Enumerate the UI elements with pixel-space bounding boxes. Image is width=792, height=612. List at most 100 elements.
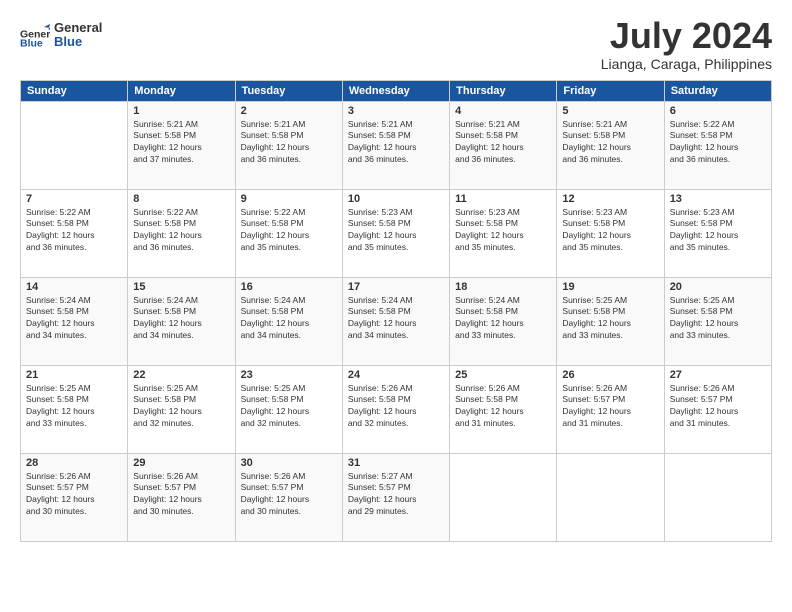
day-info: Sunrise: 5:25 AM Sunset: 5:58 PM Dayligh… — [241, 383, 337, 431]
table-row: 31 Sunrise: 5:27 AM Sunset: 5:57 PM Dayli… — [342, 453, 449, 541]
month-title: July 2024 — [601, 16, 772, 56]
day-info: Sunrise: 5:24 AM Sunset: 5:58 PM Dayligh… — [241, 295, 337, 343]
day-number: 15 — [133, 281, 229, 293]
table-row: 9 Sunrise: 5:22 AM Sunset: 5:58 PM Daylig… — [235, 189, 342, 277]
page: General Blue General Blue July 2024 Lian… — [0, 0, 792, 612]
table-row: 5 Sunrise: 5:21 AM Sunset: 5:58 PM Daylig… — [557, 101, 664, 189]
day-info: Sunrise: 5:21 AM Sunset: 5:58 PM Dayligh… — [241, 119, 337, 167]
day-number: 4 — [455, 105, 551, 117]
table-row: 25 Sunrise: 5:26 AM Sunset: 5:58 PM Dayli… — [450, 365, 557, 453]
day-info: Sunrise: 5:25 AM Sunset: 5:58 PM Dayligh… — [562, 295, 658, 343]
day-number: 9 — [241, 193, 337, 205]
logo: General Blue General Blue — [20, 16, 104, 56]
calendar-week-4: 28Sunrise: 5:26 AM Sunset: 5:57 PM Dayli… — [21, 453, 772, 541]
calendar-week-0: 1 Sunrise: 5:21 AM Sunset: 5:58 PM Daylig… — [21, 101, 772, 189]
svg-text:Blue: Blue — [20, 38, 43, 49]
table-row: 28Sunrise: 5:26 AM Sunset: 5:57 PM Dayli… — [21, 453, 128, 541]
day-info: Sunrise: 5:22 AM Sunset: 5:58 PM Dayligh… — [133, 207, 229, 255]
day-number: 2 — [241, 105, 337, 117]
day-number: 14 — [26, 281, 122, 293]
day-info: Sunrise: 5:24 AM Sunset: 5:58 PM Dayligh… — [26, 295, 122, 343]
table-row: 23 Sunrise: 5:25 AM Sunset: 5:58 PM Dayli… — [235, 365, 342, 453]
day-number: 18 — [455, 281, 551, 293]
day-info: Sunrise: 5:25 AM Sunset: 5:58 PM Dayligh… — [670, 295, 766, 343]
day-number: 31 — [348, 457, 444, 469]
table-row: 1 Sunrise: 5:21 AM Sunset: 5:58 PM Daylig… — [128, 101, 235, 189]
calendar-header-row: Sunday Monday Tuesday Wednesday Thursday… — [21, 80, 772, 101]
day-number: 22 — [133, 369, 229, 381]
table-row: 7Sunrise: 5:22 AM Sunset: 5:58 PM Daylig… — [21, 189, 128, 277]
day-number: 23 — [241, 369, 337, 381]
col-saturday: Saturday — [664, 80, 771, 101]
table-row: 16 Sunrise: 5:24 AM Sunset: 5:58 PM Dayli… — [235, 277, 342, 365]
table-row: 20 Sunrise: 5:25 AM Sunset: 5:58 PM Dayli… — [664, 277, 771, 365]
day-info: Sunrise: 5:24 AM Sunset: 5:58 PM Dayligh… — [133, 295, 229, 343]
table-row: 4 Sunrise: 5:21 AM Sunset: 5:58 PM Daylig… — [450, 101, 557, 189]
calendar-week-1: 7 Sunrise: 5:22 AM Sunset: 5:58 PM Daylig… — [21, 189, 772, 277]
day-info: Sunrise: 5:26 AM Sunset: 5:58 PM Dayligh… — [348, 383, 444, 431]
day-number: 13 — [670, 193, 766, 205]
day-number: 5 — [562, 105, 658, 117]
day-info: Sunrise: 5:26 AM Sunset: 5:58 PM Dayligh… — [455, 383, 551, 431]
day-info: Sunrise: 5:26 AM Sunset: 5:57 PM Dayligh… — [670, 383, 766, 431]
day-info: Sunrise: 5:22 AM Sunset: 5:58 PM Dayligh… — [241, 207, 337, 255]
day-number: 24 — [348, 369, 444, 381]
svg-text:General: General — [54, 20, 102, 35]
day-info: Sunrise: 5:23 AM Sunset: 5:58 PM Dayligh… — [348, 207, 444, 255]
day-number: 29 — [133, 457, 229, 469]
day-number: 16 — [241, 281, 337, 293]
table-row — [450, 453, 557, 541]
header: General Blue General Blue July 2024 Lian… — [20, 16, 772, 72]
table-row: 30 Sunrise: 5:26 AM Sunset: 5:57 PM Dayli… — [235, 453, 342, 541]
table-row: 26Sunrise: 5:26 AM Sunset: 5:57 PM Dayli… — [557, 365, 664, 453]
table-row: 11 Sunrise: 5:23 AM Sunset: 5:58 PM Dayli… — [450, 189, 557, 277]
table-row: 15 Sunrise: 5:24 AM Sunset: 5:58 PM Dayli… — [128, 277, 235, 365]
table-row: 29 Sunrise: 5:26 AM Sunset: 5:57 PM Dayli… — [128, 453, 235, 541]
table-row: 10 Sunrise: 5:23 AM Sunset: 5:58 PM Dayli… — [342, 189, 449, 277]
day-info: Sunrise: 5:23 AM Sunset: 5:58 PM Dayligh… — [455, 207, 551, 255]
table-row: 27Sunrise: 5:26 AM Sunset: 5:57 PM Dayli… — [664, 365, 771, 453]
day-info: Sunrise: 5:23 AM Sunset: 5:58 PM Dayligh… — [562, 207, 658, 255]
day-info: Sunrise: 5:26 AM Sunset: 5:57 PM Dayligh… — [133, 471, 229, 519]
day-number: 25 — [455, 369, 551, 381]
day-number: 3 — [348, 105, 444, 117]
day-info: Sunrise: 5:27 AM Sunset: 5:57 PM Dayligh… — [348, 471, 444, 519]
day-number: 30 — [241, 457, 337, 469]
col-thursday: Thursday — [450, 80, 557, 101]
day-info: Sunrise: 5:21 AM Sunset: 5:58 PM Dayligh… — [562, 119, 658, 167]
table-row — [664, 453, 771, 541]
col-wednesday: Wednesday — [342, 80, 449, 101]
table-row — [557, 453, 664, 541]
location: Lianga, Caraga, Philippines — [601, 56, 772, 72]
day-info: Sunrise: 5:22 AM Sunset: 5:58 PM Dayligh… — [670, 119, 766, 167]
day-info: Sunrise: 5:21 AM Sunset: 5:58 PM Dayligh… — [348, 119, 444, 167]
table-row: 22Sunrise: 5:25 AM Sunset: 5:58 PM Dayli… — [128, 365, 235, 453]
table-row: 24 Sunrise: 5:26 AM Sunset: 5:58 PM Dayli… — [342, 365, 449, 453]
day-info: Sunrise: 5:25 AM Sunset: 5:58 PM Dayligh… — [26, 383, 122, 431]
day-number: 7 — [26, 193, 122, 205]
table-row: 17Sunrise: 5:24 AM Sunset: 5:58 PM Dayli… — [342, 277, 449, 365]
table-row: 12 Sunrise: 5:23 AM Sunset: 5:58 PM Dayli… — [557, 189, 664, 277]
day-number: 21 — [26, 369, 122, 381]
day-info: Sunrise: 5:21 AM Sunset: 5:58 PM Dayligh… — [133, 119, 229, 167]
table-row: 19Sunrise: 5:25 AM Sunset: 5:58 PM Dayli… — [557, 277, 664, 365]
day-number: 12 — [562, 193, 658, 205]
table-row: 8Sunrise: 5:22 AM Sunset: 5:58 PM Daylig… — [128, 189, 235, 277]
table-row — [21, 101, 128, 189]
col-tuesday: Tuesday — [235, 80, 342, 101]
calendar-week-3: 21 Sunrise: 5:25 AM Sunset: 5:58 PM Dayli… — [21, 365, 772, 453]
day-info: Sunrise: 5:24 AM Sunset: 5:58 PM Dayligh… — [455, 295, 551, 343]
day-number: 10 — [348, 193, 444, 205]
day-info: Sunrise: 5:26 AM Sunset: 5:57 PM Dayligh… — [241, 471, 337, 519]
day-number: 11 — [455, 193, 551, 205]
table-row: 2 Sunrise: 5:21 AM Sunset: 5:58 PM Daylig… — [235, 101, 342, 189]
day-number: 20 — [670, 281, 766, 293]
table-row: 3 Sunrise: 5:21 AM Sunset: 5:58 PM Daylig… — [342, 101, 449, 189]
calendar-week-2: 14 Sunrise: 5:24 AM Sunset: 5:58 PM Dayli… — [21, 277, 772, 365]
day-number: 26 — [562, 369, 658, 381]
table-row: 13Sunrise: 5:23 AM Sunset: 5:58 PM Dayli… — [664, 189, 771, 277]
day-number: 1 — [133, 105, 229, 117]
day-info: Sunrise: 5:21 AM Sunset: 5:58 PM Dayligh… — [455, 119, 551, 167]
col-monday: Monday — [128, 80, 235, 101]
title-block: July 2024 Lianga, Caraga, Philippines — [601, 16, 772, 72]
